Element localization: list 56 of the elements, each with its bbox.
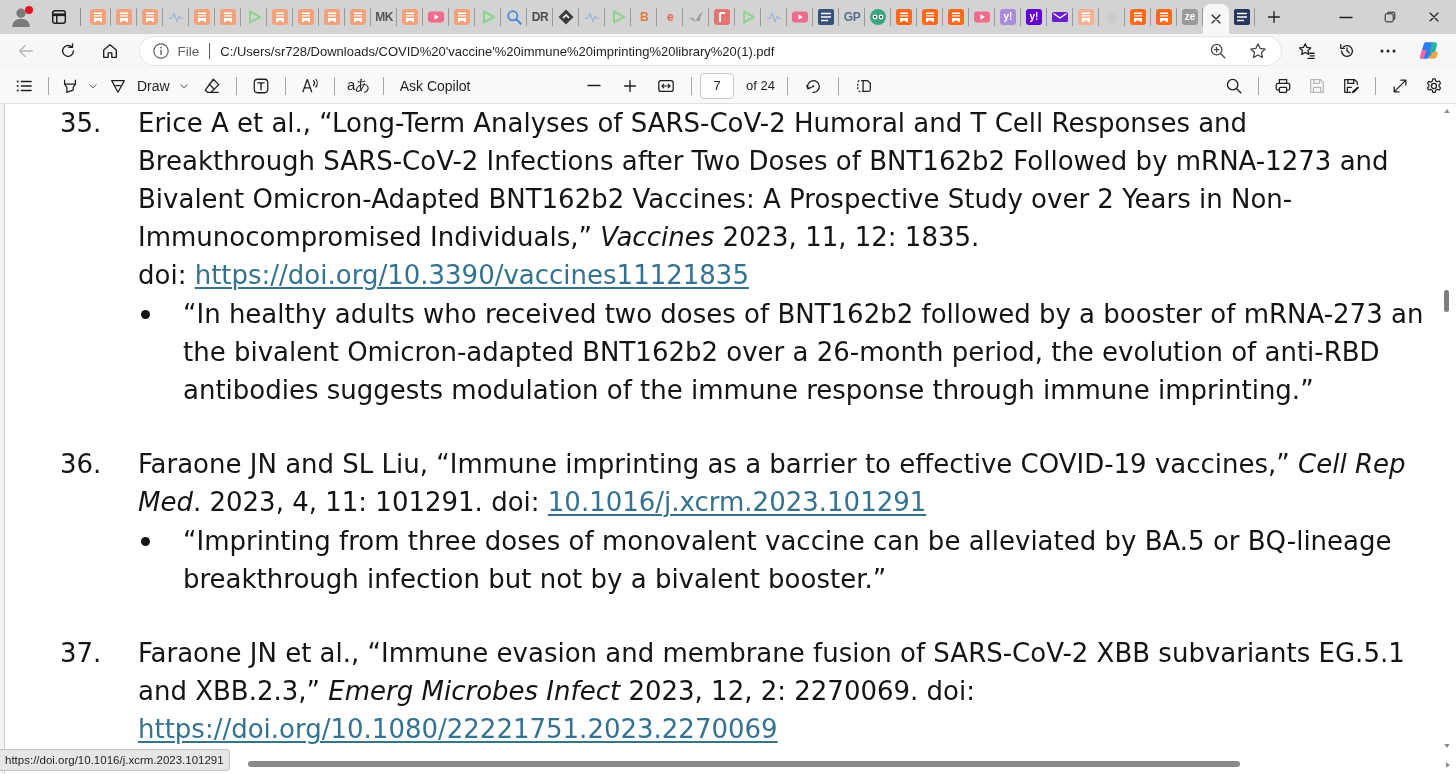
- address-field[interactable]: File C:/Users/sr728/Downloads/COVID%20'vaccine'%20immune%20imprinting%20library%20(1).pdf: [139, 37, 1281, 65]
- person-avatar-icon: [10, 6, 32, 28]
- zoom-in-icon: [1208, 42, 1227, 60]
- status-url-text: https://doi.org/10.1016/j.xcrm.2023.101291: [0, 749, 230, 771]
- home-icon: [100, 42, 119, 60]
- reference-number: 36.: [60, 448, 103, 481]
- reference-text: Faraone JN and SL Liu, “Immune imprinting as a barrier to effective COVID-19 vaccines,” Cell Rep Med. 2023, 4, 11: 101291. doi: 10.1016/j.xcrm.2023.101291: [138, 448, 1406, 519]
- info-icon[interactable]: [151, 42, 170, 60]
- scroll-down-arrow-icon[interactable]: [1443, 742, 1451, 750]
- page-count-text: of 24: [746, 78, 775, 93]
- draw-button[interactable]: Draw: [105, 70, 194, 101]
- ask-copilot-button[interactable]: Ask Copilot: [391, 70, 479, 101]
- bullet-icon: [141, 310, 150, 319]
- file-label: File: [177, 43, 200, 59]
- quote-text: “Imprinting from three doses of monovalent vaccine can be alleviated by BA.5 or BQ-lineage breakthrough infection but not by a bivalent booster.”: [183, 525, 1392, 596]
- plus-icon: [1265, 8, 1283, 26]
- favicon-logo: ze: [1182, 9, 1198, 25]
- quote-text: “In healthy adults who received two doses of BNT162b2 followed by a booster of mRNA-273 an the bivalent Omicron-adapted BNT162b2 over a 26-month period, the evolution of anti-RBD antibodies suggests modulation of the immune response through immune imprinting.”: [183, 298, 1424, 407]
- star-icon: [1248, 42, 1267, 60]
- scrollbar-thumb[interactable]: [1444, 290, 1449, 312]
- favicon-logo: e: [666, 9, 674, 25]
- read-aloud-icon: [300, 76, 319, 95]
- minus-icon: [587, 84, 602, 87]
- reference-number: 37.: [60, 637, 103, 670]
- minimize-icon: [1339, 15, 1353, 19]
- page-number-field[interactable]: 7: [700, 72, 735, 99]
- reference-text: Faraone JN et al., “Immune evasion and membrane fusion of SARS-CoV-2 XBB subvariants EG.5.1 and XBB.2.3,” Emerg Microbes Infect 2023, 12, 2: 2270069. doi: https://doi.org/10.1080/22221751.2023.2270069: [138, 637, 1405, 746]
- arrow-left-icon: [16, 42, 35, 60]
- reference-text: Erice A et al., “Long-Term Analyses of SARS-CoV-2 Humoral and T Cell Responses and Breakthrough SARS-CoV-2 Infections after Two Doses of BNT162b2 Followed by mRNA-1273 and Bivalent Omicron-Adapted BNT162b2 Vaccines: A Prospective Study over 2 Years in Non- Immunocompromised Individuals,” Vaccines 2023, 11, 12: 1835. doi: https://doi.org/10.3390/vaccines11121835: [138, 107, 1389, 292]
- favicon-logo: DR: [531, 9, 549, 25]
- text-box-icon: [251, 76, 270, 95]
- favicon-logo: GP: [843, 9, 861, 25]
- settings-icon: [1425, 76, 1443, 95]
- restore-icon: [1382, 9, 1398, 25]
- favicon-logo: B: [639, 9, 649, 25]
- favicon-logo: y!: [1026, 9, 1042, 25]
- scroll-right-arrow-icon[interactable]: [1444, 761, 1452, 769]
- doi-link[interactable]: https://doi.org/10.3390/vaccines11121835: [194, 260, 749, 290]
- url-text: C:/Users/sr728/Downloads/COVID%20'vaccine'%20immune%20imprinting%20library%20(1).pdf: [220, 43, 775, 59]
- floppy-pen-icon: [1342, 76, 1360, 95]
- bullet-icon: [141, 537, 150, 546]
- reference-number: 35.: [60, 107, 103, 140]
- window-panel-icon: [50, 8, 68, 26]
- search-icon: [1225, 76, 1243, 95]
- doi-link[interactable]: 10.1016/j.xcrm.2023.101291: [547, 487, 927, 517]
- favicon-logo: y!: [1000, 9, 1016, 25]
- doi-link[interactable]: https://doi.org/10.1080/22221751.2023.2270069: [138, 714, 778, 744]
- favicon-logo: MK: [375, 9, 393, 25]
- copilot-logo-icon: [1418, 40, 1441, 62]
- printer-icon: [1274, 76, 1292, 95]
- star-list-icon: [1297, 42, 1316, 60]
- scroll-up-arrow-icon[interactable]: [1443, 107, 1451, 115]
- eraser-icon: [202, 76, 221, 95]
- scrollbar-thumb[interactable]: [248, 761, 1240, 767]
- more-dots-icon: [1380, 49, 1397, 53]
- translate-button[interactable]: aあ: [342, 70, 375, 101]
